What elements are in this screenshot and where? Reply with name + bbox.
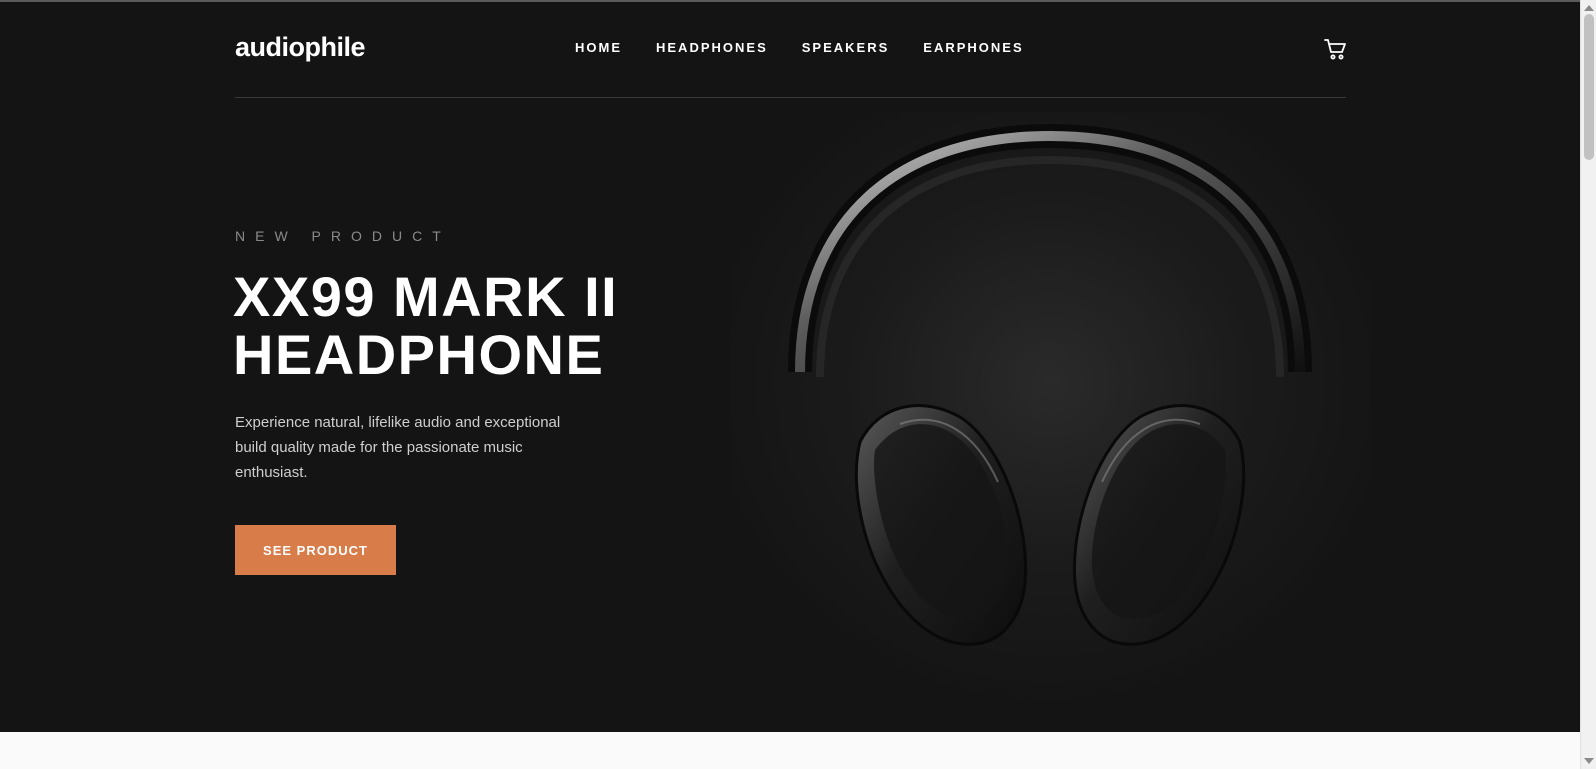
cart-icon[interactable] [1323,36,1349,62]
next-section-strip [0,732,1580,769]
brand-logo[interactable]: audiophile [235,32,366,63]
see-product-button[interactable]: SEE PRODUCT [235,525,396,575]
viewport: audiophile HOME HEADPHONES SPEAKERS EARP… [0,0,1596,769]
scroll-up-arrow-icon[interactable] [1584,5,1594,11]
vertical-scrollbar[interactable] [1580,0,1596,769]
site-header: audiophile HOME HEADPHONES SPEAKERS EARP… [235,2,1346,98]
scroll-down-arrow-icon[interactable] [1584,758,1594,764]
hero-section: audiophile HOME HEADPHONES SPEAKERS EARP… [0,2,1580,732]
nav-earphones[interactable]: EARPHONES [923,40,1023,55]
scrollbar-thumb[interactable] [1584,14,1594,160]
hero-overline: NEW PRODUCT [235,228,451,244]
nav-headphones[interactable]: HEADPHONES [656,40,768,55]
main-navigation: HOME HEADPHONES SPEAKERS EARPHONES [575,40,1024,55]
nav-speakers[interactable]: SPEAKERS [802,40,890,55]
hero-title: XX99 MARK II HEADPHONE [233,265,619,386]
nav-home[interactable]: HOME [575,40,622,55]
hero-description: Experience natural, lifelike audio and e… [235,414,561,481]
headphone-image [730,112,1370,712]
